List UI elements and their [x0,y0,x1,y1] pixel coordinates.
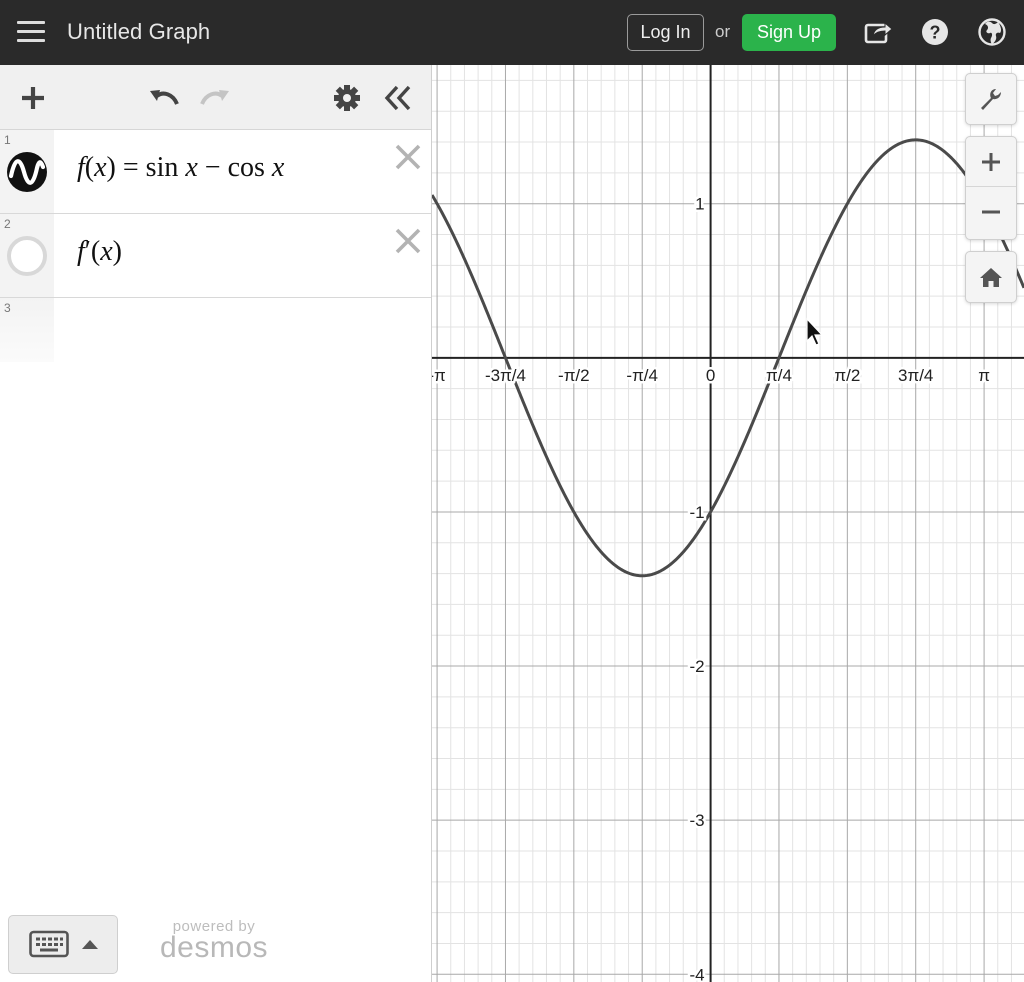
x-tick-label: π [978,366,990,385]
close-icon[interactable] [393,142,423,172]
graph-settings-control [965,73,1017,125]
double-chevron-left-icon[interactable] [382,82,414,114]
caret-up-icon [82,940,98,949]
variable-x: x [185,152,198,183]
x-tick-label: π/2 [834,366,860,385]
y-tick-label: -1 [689,503,704,522]
expression-index: 2 [4,217,11,231]
or-label: or [715,22,731,41]
x-tick-label: -π/4 [626,366,658,385]
new-expression-input[interactable] [54,298,431,362]
expression-index: 1 [4,133,11,147]
keyboard-icon [29,930,69,958]
y-tick-label: -2 [689,657,704,676]
function-name: f [77,236,85,267]
keyboard-toggle-button[interactable] [8,915,118,974]
expression-formula[interactable]: f′(x) [77,236,122,268]
menu-icon[interactable] [17,21,45,43]
expression-formula[interactable]: f(x) = sin x − cos x [77,152,284,184]
share-icon[interactable] [862,16,894,48]
graph-color-toggle-icon[interactable] [6,151,48,193]
x-tick-label: -3π/4 [485,366,526,385]
expression-panel: 1 f(x) = sin x − cos x 2 f′(x) 3 powered… [0,65,432,982]
function-name: f [77,152,85,183]
variable-x: x [100,236,113,267]
expression-toolbar [0,65,431,130]
expression-row-3: 3 [0,298,431,362]
zoom-out-button[interactable] [966,187,1016,237]
expression-gutter: 1 [0,130,54,213]
graph-canvas[interactable]: -π -3π/4 -π/2 -π/4 0 π/4 π/2 3π/4 π 1 -1 -2 -3 -4 [432,65,1024,982]
svg-text:?: ? [930,23,941,43]
top-bar: Untitled Graph Log In or Sign Up ? [0,0,1024,65]
expression-gutter: 3 [0,298,54,362]
grid-major [432,65,1024,982]
close-icon[interactable] [393,226,423,256]
x-tick-label: π/4 [766,366,792,385]
graph-color-toggle-icon[interactable] [6,235,48,277]
expression-gutter: 2 [0,214,54,297]
expression-row-1: 1 f(x) = sin x − cos x [0,130,431,214]
plus-icon[interactable] [17,82,49,114]
help-icon[interactable]: ? [919,16,951,48]
x-tick-label: 0 [706,366,715,385]
graph-title[interactable]: Untitled Graph [67,19,210,45]
variable-x: x [94,152,107,183]
paren-open: ( [84,152,95,183]
variable-x: x [271,152,285,183]
desmos-logo: desmos [159,931,269,964]
graph-plot: -π -3π/4 -π/2 -π/4 0 π/4 π/2 3π/4 π 1 -1 -2 -3 -4 [432,65,1024,982]
x-tick-label: -π/2 [558,366,590,385]
powered-by-desmos[interactable]: powered by desmos [158,918,270,965]
expression-index: 3 [4,301,11,315]
axes [432,65,1024,982]
expression-row-2: 2 f′(x) [0,214,431,298]
zoom-controls [965,136,1017,240]
y-tick-label: -4 [689,965,704,982]
paren-close: ) [106,152,116,183]
y-tick-label: -3 [689,811,704,830]
zoom-out-icon [982,210,1000,214]
equals-sin: = sin [115,152,186,183]
home-icon [980,268,1002,287]
log-in-button[interactable]: Log In [627,14,704,51]
paren-open: ( [90,236,101,267]
x-tick-label: 3π/4 [898,366,933,385]
zoom-in-button[interactable] [966,137,1016,187]
x-tick-label: -π [432,366,446,385]
home-button[interactable] [966,252,1016,302]
minus-cos: − cos [197,152,272,183]
zoom-in-icon [982,152,1000,171]
grid-minor [432,65,1024,982]
undo-icon[interactable] [147,82,179,114]
y-tick-label: 1 [695,195,704,214]
redo-icon[interactable] [200,82,232,114]
sign-up-button[interactable]: Sign Up [742,14,836,51]
paren-close: ) [112,236,122,267]
graph-settings-button[interactable] [966,74,1016,124]
globe-icon[interactable] [976,16,1008,48]
gear-icon[interactable] [331,82,363,114]
default-viewport-control [965,251,1017,303]
wrench-icon [981,89,1001,110]
x-tick-labels: -π -3π/4 -π/2 -π/4 0 π/4 π/2 3π/4 π [432,363,992,387]
